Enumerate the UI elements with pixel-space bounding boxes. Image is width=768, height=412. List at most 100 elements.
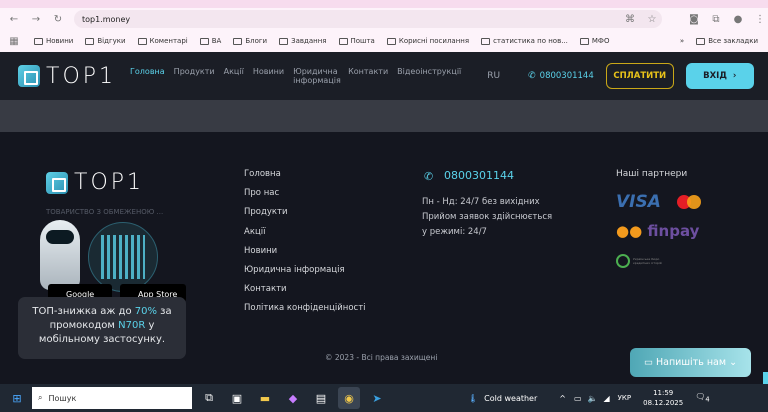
bookmark-label: Новини xyxy=(46,37,74,45)
bookmark-item[interactable]: ВА xyxy=(199,37,222,45)
notes-icon[interactable]: ▤ xyxy=(310,387,332,409)
footer-link[interactable]: Акції xyxy=(244,227,265,237)
finpay-text: finpay xyxy=(647,222,700,240)
bookmark-label: МФО xyxy=(591,37,610,45)
volume-icon[interactable]: 🔈 xyxy=(588,394,598,403)
address-bar-row: ← → ↻ top1.money ⌘ ☆ ◙ ⧉ ● ⋮ xyxy=(0,8,768,30)
input-language[interactable]: УКР xyxy=(618,394,631,402)
weather-label[interactable]: Cold weather xyxy=(484,394,537,403)
translate-icon[interactable]: ⌘ xyxy=(622,14,638,25)
menu-icon[interactable]: ⋮ xyxy=(752,14,768,25)
folder-icon xyxy=(137,37,147,45)
bookmark-item[interactable]: Відгуки xyxy=(85,37,126,45)
bookmark-item[interactable]: Новини xyxy=(34,37,73,45)
notifications-icon[interactable]: 🗨4 xyxy=(695,392,709,404)
hours-line: у режимі: 24/7 xyxy=(422,227,487,237)
bookmark-item[interactable]: МФО xyxy=(579,37,610,45)
footer-link[interactable]: Продукти xyxy=(244,207,288,217)
bookmark-item[interactable]: статистика по нов... xyxy=(481,37,568,45)
task-view-icon[interactable]: ⧉ xyxy=(198,387,220,409)
footer-link[interactable]: Юридична інформація xyxy=(244,265,345,275)
back-icon[interactable]: ← xyxy=(6,14,22,25)
pay-button[interactable]: СПЛАТИТИ xyxy=(605,63,674,89)
telegram-icon[interactable]: ➤ xyxy=(366,387,388,409)
clock[interactable]: 11:59 08.12.2025 xyxy=(643,388,683,408)
nav-item[interactable]: Головна xyxy=(130,67,165,85)
bookmark-item[interactable]: Пошта xyxy=(338,37,375,45)
url-input[interactable]: top1.money xyxy=(74,10,662,28)
camera-icon[interactable]: ◙ xyxy=(686,14,702,25)
taskbar: ⊞ ⌕ Пошук ⧉ ▣ ▬ ◆ ▤ ◉ ➤ 🌡 Cold weather ^ … xyxy=(0,384,768,412)
logo-text: TOP1 xyxy=(74,170,145,195)
nav-item[interactable]: Акції xyxy=(224,67,244,85)
logo[interactable]: TOP1 xyxy=(18,64,116,89)
language-switch[interactable]: RU xyxy=(487,71,500,81)
promo-text: ТОП-знижка аж до xyxy=(32,306,135,317)
qr-code[interactable] xyxy=(88,222,158,292)
folder-icon xyxy=(696,37,706,45)
footer-link[interactable]: Політика конфіденційності xyxy=(244,303,366,313)
bookmark-label: ВА xyxy=(211,37,222,45)
hours-line: Прийом заявок здійснюється xyxy=(422,212,553,222)
bookmark-item[interactable]: Завдання xyxy=(279,37,327,45)
promo-percent: 70% xyxy=(134,306,157,317)
bookmark-label: Відгуки xyxy=(97,37,126,45)
chrome-icon[interactable]: ◉ xyxy=(338,387,360,409)
bookmark-item[interactable]: Блоги xyxy=(233,37,267,45)
footer-link[interactable]: Головна xyxy=(244,169,281,179)
explorer-icon[interactable]: ▬ xyxy=(254,387,276,409)
nav-item[interactable]: Контакти xyxy=(348,67,388,85)
bookmark-label: Пошта xyxy=(350,37,375,45)
folder-icon xyxy=(579,37,589,45)
bookmark-label: Коментарі xyxy=(149,37,188,45)
avatar[interactable]: ● xyxy=(730,14,746,25)
bookmark-item[interactable]: Коментарі xyxy=(137,37,188,45)
logo-text: TOP1 xyxy=(46,63,117,89)
apps-icon[interactable]: ▦ xyxy=(6,36,22,47)
taskbar-search[interactable]: ⌕ Пошук xyxy=(32,387,192,409)
login-label: ВХІД xyxy=(703,71,727,81)
folder-icon xyxy=(233,37,243,45)
footer-link[interactable]: Новини xyxy=(244,246,277,256)
star-icon[interactable]: ☆ xyxy=(644,14,660,25)
promo-popup[interactable]: ТОП-знижка аж до 70% за промокодом N70R … xyxy=(18,297,186,359)
header-phone[interactable]: 0800301144 xyxy=(540,71,594,81)
reload-icon[interactable]: ↻ xyxy=(50,14,66,25)
hours-line: Пн - Нд: 24/7 без вихідних xyxy=(422,197,540,207)
windows-start-icon[interactable]: ⊞ xyxy=(6,387,28,409)
chat-button[interactable]: ▭ Напишіть нам ⌄ xyxy=(630,348,751,377)
nav-item[interactable]: Юридична інформація xyxy=(293,67,341,85)
robot-image xyxy=(40,220,80,290)
footer-link[interactable]: Контакти xyxy=(244,284,287,294)
copilot-icon[interactable]: ◆ xyxy=(282,387,304,409)
tray-chevron-icon[interactable]: ^ xyxy=(559,394,566,403)
wifi-icon[interactable]: ◢ xyxy=(604,394,610,403)
bookmark-label: Корисні посилання xyxy=(398,37,470,45)
time: 11:59 xyxy=(653,389,674,397)
store-icon[interactable]: ▣ xyxy=(226,387,248,409)
footer-phone[interactable]: 0800301144 xyxy=(444,169,514,182)
finpay-logo: ●● finpay xyxy=(616,222,700,240)
forward-icon[interactable]: → xyxy=(28,14,44,25)
all-bookmarks[interactable]: Все закладки xyxy=(696,37,758,45)
chevron-right-icon: › xyxy=(732,71,737,81)
copyright: © 2023 - Всі права захищені xyxy=(325,353,438,362)
search-icon: ⌕ xyxy=(38,393,43,402)
scrollbar[interactable] xyxy=(763,372,768,384)
bookmark-label: Блоги xyxy=(245,37,268,45)
extensions-icon[interactable]: ⧉ xyxy=(708,14,724,25)
footer-link[interactable]: Про нас xyxy=(244,188,279,198)
nav-item[interactable]: Відеоінструкції xyxy=(397,67,461,85)
more-bookmarks-icon[interactable]: » xyxy=(680,37,684,45)
content-band xyxy=(0,100,768,132)
bookmark-item[interactable]: Корисні посилання xyxy=(386,37,470,45)
nav-item[interactable]: Продукти xyxy=(174,67,215,85)
ubki-logo: Українське бюро кредитних історій xyxy=(616,254,673,268)
nav-item[interactable]: Новини xyxy=(253,67,284,85)
date: 08.12.2025 xyxy=(643,399,684,407)
ubki-text: Українське бюро кредитних історій xyxy=(633,257,662,265)
pay-label: СПЛАТИТИ xyxy=(613,71,667,81)
login-button[interactable]: ВХІД › xyxy=(685,63,754,89)
notification-count: 4 xyxy=(705,395,710,404)
phone-icon: ✆ xyxy=(528,71,536,81)
